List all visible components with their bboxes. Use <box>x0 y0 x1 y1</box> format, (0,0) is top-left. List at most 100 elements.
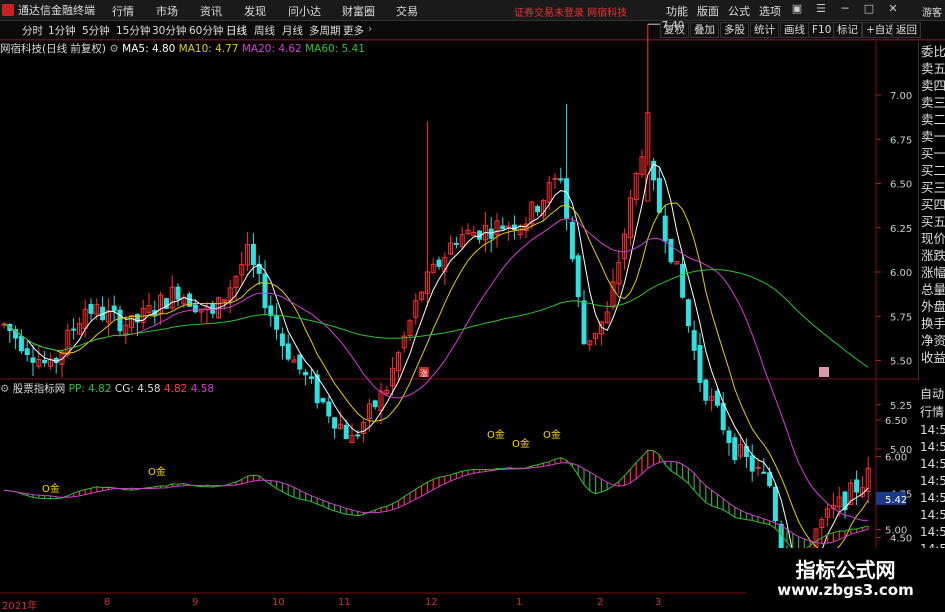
kline-candle <box>71 328 77 331</box>
sidebar-item: 委比 <box>921 44 945 59</box>
sidebar-item: 卖三 <box>921 95 945 110</box>
sidebar2-item: 14:50 <box>920 474 945 488</box>
kline-candle <box>343 424 349 440</box>
sidebar2-item: 14:50 <box>920 423 945 437</box>
x-tick: 8 <box>104 597 111 608</box>
sidebar-item: 卖五 <box>921 61 945 76</box>
sub-tick-label: 5.00 <box>885 526 907 537</box>
kline-candle <box>714 390 720 406</box>
kline-candle <box>668 238 674 263</box>
price-tick-label: 7.00 <box>890 91 912 102</box>
kline-candle <box>772 486 778 522</box>
kline-candle <box>274 315 280 330</box>
watermark-url: www.zbgs3.com <box>777 581 914 599</box>
kline-candle <box>250 243 256 266</box>
sidebar-item: 买四 <box>921 197 945 212</box>
x-tick: 1 <box>516 597 523 608</box>
price-tick-label: 6.00 <box>890 268 912 279</box>
sidebar-item: 现价 <box>921 231 945 246</box>
sidebar2-item[interactable]: 行情 <box>920 403 944 420</box>
kline-candle <box>749 455 755 472</box>
sidebar-item: 收益 <box>921 350 945 365</box>
sub-tick-label: 5.42 <box>885 495 907 506</box>
high-label: 7.40 <box>662 20 684 31</box>
price-tick-label: 5.75 <box>890 312 912 323</box>
kline-candle <box>761 471 767 474</box>
sidebar-item: 总量 <box>921 282 945 297</box>
kline-candle <box>279 333 285 347</box>
kline-candle <box>30 357 36 363</box>
kline-candle <box>192 304 198 313</box>
sub-tick-label: 6.50 <box>885 416 907 427</box>
kline-candle <box>303 371 309 376</box>
sidebar-item: 卖二 <box>921 112 945 127</box>
kline-candle <box>581 300 587 345</box>
kline-candle <box>111 305 117 312</box>
kline-chart[interactable]: 7.006.756.506.256.005.755.505.255.004.75… <box>0 0 945 609</box>
price-tick-label: 6.75 <box>890 135 912 146</box>
kline-candle <box>662 215 668 242</box>
cg-line <box>3 460 869 544</box>
kline-candle <box>656 177 662 213</box>
x-tick: 3 <box>655 597 662 608</box>
x-tick: 2021年 <box>2 601 38 612</box>
price-tick-label: 6.50 <box>890 180 912 191</box>
sidebar-item: 买二 <box>921 163 945 178</box>
kline-candle <box>488 228 494 239</box>
sidebar-item: 买一 <box>921 146 945 161</box>
kline-candle <box>691 330 697 351</box>
kline-candle <box>117 309 123 332</box>
gold-cross-label: O金 <box>42 482 60 495</box>
kline-candle <box>726 430 732 444</box>
gold-cross-label: O金 <box>148 465 166 478</box>
kline-candle <box>564 178 570 219</box>
sidebar-item: 买五 <box>921 214 945 229</box>
sub-tick-label: 6.00 <box>885 453 907 464</box>
x-tick: 9 <box>192 597 199 608</box>
sidebar2-item: 14:50 <box>920 508 945 522</box>
kline-candle <box>175 286 181 300</box>
kline-candle <box>326 401 332 417</box>
sidebar2-item: 14:50 <box>920 457 945 471</box>
kline-candle <box>24 348 30 355</box>
sidebar2-item[interactable]: 自动 <box>920 385 944 402</box>
x-tick: 12 <box>425 597 438 608</box>
gold-cross-label: O金 <box>512 437 530 450</box>
kline-candle <box>732 437 738 461</box>
price-tick-label: 5.50 <box>890 357 912 368</box>
kline-candle <box>703 379 709 401</box>
kline-candle <box>680 263 686 298</box>
price-tick-label: 5.25 <box>890 401 912 412</box>
gold-cross-label: O金 <box>543 428 561 441</box>
kline-candle <box>854 479 860 493</box>
sidebar-item: 换手 <box>921 316 945 331</box>
kline-candle <box>755 466 761 469</box>
kline-candle <box>18 335 24 352</box>
sidebar-item: 买三 <box>921 180 945 195</box>
kline-candle <box>42 359 48 364</box>
kline-candle <box>285 343 291 360</box>
sidebar-item: 卖四 <box>921 78 945 93</box>
zhang-badge-label: 涨 <box>420 368 428 378</box>
x-tick: 10 <box>272 597 285 608</box>
sidebar-item: 净资 <box>921 333 945 348</box>
kline-candle <box>297 354 303 370</box>
kline-candle <box>88 303 94 314</box>
sidebar-item: 涨幅 <box>921 265 945 280</box>
ma10-line <box>3 202 869 555</box>
x-tick: 11 <box>338 597 351 608</box>
price-tick-label: 6.25 <box>890 224 912 235</box>
kline-candle <box>720 402 726 431</box>
kline-candle <box>697 345 703 383</box>
kline-candle <box>569 221 575 260</box>
kline-candle <box>535 206 541 213</box>
kline-candle <box>500 225 506 230</box>
kline-candle <box>268 305 274 317</box>
kline-candle <box>372 400 378 408</box>
kline-candle <box>436 259 442 267</box>
kline-candle <box>685 299 691 327</box>
pp-line <box>3 449 869 553</box>
gold-cross-label: O金 <box>487 428 505 441</box>
sidebar-item: 卖一 <box>921 129 945 144</box>
kline-candle <box>453 242 459 245</box>
